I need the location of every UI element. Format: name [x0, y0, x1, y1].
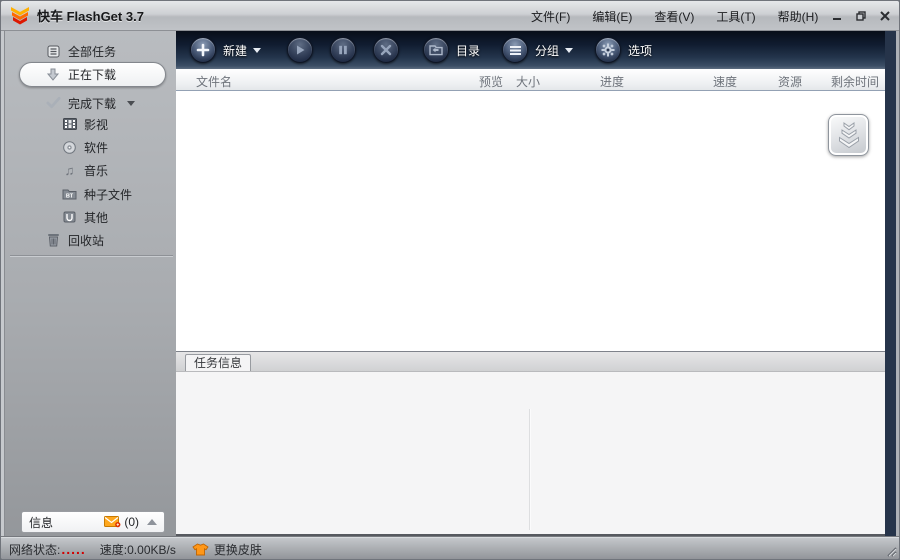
main-area: 新建 目录 分组 选项 文件名 预览 大小 进度 速度 资源 剩余时间 任务信息 [176, 31, 885, 536]
network-status: 网络状态: ..... [9, 541, 86, 558]
book-icon [62, 210, 77, 225]
status-bar: 网络状态: ..... 速度:0.00KB/s 更换皮肤 [1, 536, 899, 559]
tab-task-info[interactable]: 任务信息 [185, 354, 251, 372]
info-label: 信息 [29, 515, 54, 530]
sidebar-divider [10, 255, 173, 256]
sidebar-item-label: 影视 [84, 117, 109, 132]
resize-grip[interactable] [884, 544, 897, 557]
sidebar: 全部任务 正在下载 完成下载 影视 软件 ♫ 音乐 BT 种子文件 其他 回收站… [1, 31, 176, 536]
start-button[interactable] [287, 37, 314, 63]
pause-button[interactable] [330, 37, 357, 63]
trash-icon [46, 233, 61, 248]
film-icon [62, 117, 77, 132]
network-status-label: 网络状态: [9, 542, 61, 557]
info-panel-toggle[interactable]: 信息 (0) [21, 511, 165, 533]
play-icon [297, 45, 305, 55]
task-info-panel [176, 371, 885, 534]
sidebar-item-software[interactable]: 软件 [62, 137, 108, 157]
gear-icon [595, 37, 622, 63]
column-progress[interactable]: 进度 [600, 73, 624, 90]
network-signal-dots: ..... [61, 541, 86, 557]
sidebar-item-music[interactable]: ♫ 音乐 [62, 160, 108, 180]
maximize-button[interactable] [855, 10, 867, 22]
window-title: 快车 FlashGet 3.7 [37, 9, 144, 24]
download-drop-button[interactable] [828, 114, 869, 156]
column-filename[interactable]: 文件名 [196, 73, 232, 90]
chevron-down-icon [565, 47, 574, 53]
close-icon [880, 11, 890, 21]
bt-folder-icon: BT [62, 187, 77, 202]
column-time-left[interactable]: 剩余时间 [831, 73, 879, 90]
column-resources[interactable]: 资源 [778, 73, 802, 90]
music-note-icon: ♫ [64, 162, 75, 178]
pause-icon [339, 45, 347, 55]
menu-item-view[interactable]: 查看(V) [654, 8, 694, 25]
x-icon [380, 44, 392, 56]
menu-item-edit[interactable]: 编辑(E) [592, 8, 632, 25]
delete-task-button[interactable] [373, 37, 400, 63]
sidebar-item-label: 完成下载 [68, 96, 117, 111]
tshirt-icon [192, 542, 209, 555]
sidebar-item-label: 正在下载 [68, 68, 117, 82]
group-button[interactable]: 分组 [502, 37, 574, 63]
sidebar-item-recycle-bin[interactable]: 回收站 [46, 230, 104, 250]
mail-count: (0) [124, 515, 139, 529]
directory-button[interactable]: 目录 [423, 37, 480, 63]
panel-divider [529, 409, 530, 530]
svg-text:BT: BT [66, 193, 74, 199]
sidebar-item-downloading[interactable]: 正在下载 [19, 62, 166, 87]
minimize-button[interactable] [831, 10, 843, 22]
folder-icon [423, 37, 450, 63]
flashget-fox-icon [11, 6, 29, 24]
mail-icon [104, 516, 121, 528]
maximize-icon [856, 11, 866, 21]
sidebar-item-label: 音乐 [84, 163, 109, 178]
sidebar-item-movies[interactable]: 影视 [62, 114, 108, 134]
speed-status: 速度:0.00KB/s [99, 542, 176, 557]
collapse-up-icon [147, 519, 157, 525]
sidebar-item-label: 回收站 [68, 233, 105, 248]
menu-item-tools[interactable]: 工具(T) [716, 8, 755, 25]
sidebar-item-completed[interactable]: 完成下载 [46, 93, 136, 113]
menu-item-help[interactable]: 帮助(H) [778, 8, 819, 25]
sidebar-item-all-tasks[interactable]: 全部任务 [46, 41, 116, 61]
minimize-icon [833, 18, 841, 20]
window-right-frame [885, 31, 899, 536]
app-window: 快车 FlashGet 3.7 文件(F) 编辑(E) 查看(V) 工具(T) … [0, 0, 900, 560]
new-task-button[interactable]: 新建 [190, 37, 262, 63]
sidebar-item-label: 全部任务 [68, 44, 117, 59]
sidebar-item-torrents[interactable]: BT 种子文件 [62, 184, 132, 204]
menu-item-file[interactable]: 文件(F) [531, 8, 570, 25]
column-speed[interactable]: 速度 [713, 73, 737, 90]
sidebar-item-label: 软件 [84, 140, 109, 155]
list-column-header: 文件名 预览 大小 进度 速度 资源 剩余时间 [176, 69, 885, 91]
task-list-empty-area [176, 92, 885, 351]
change-skin-label: 更换皮肤 [213, 542, 262, 557]
close-button[interactable] [879, 10, 891, 22]
list-lines-icon [502, 37, 529, 63]
plus-icon [190, 37, 216, 63]
download-arrow-icon [45, 67, 60, 82]
chevron-down-icon[interactable] [127, 100, 136, 106]
window-controls [831, 1, 891, 31]
triple-down-chevron-icon [838, 122, 859, 149]
software-disc-icon [62, 140, 77, 155]
sidebar-item-other[interactable]: 其他 [62, 207, 108, 227]
change-skin-button[interactable]: 更换皮肤 [192, 541, 262, 558]
chevron-down-icon [253, 47, 262, 53]
sidebar-item-label: 其他 [84, 210, 109, 225]
task-list-icon [46, 44, 61, 59]
column-size[interactable]: 大小 [516, 73, 540, 90]
options-button[interactable]: 选项 [595, 37, 652, 63]
column-preview[interactable]: 预览 [479, 73, 503, 90]
title-bar: 快车 FlashGet 3.7 文件(F) 编辑(E) 查看(V) 工具(T) … [1, 1, 899, 31]
toolbar: 新建 目录 分组 选项 [176, 31, 885, 69]
bottom-tab-bar: 任务信息 [176, 351, 885, 372]
sidebar-item-label: 种子文件 [84, 187, 133, 202]
check-icon [46, 96, 61, 111]
menu-bar: 文件(F) 编辑(E) 查看(V) 工具(T) 帮助(H) [531, 1, 818, 31]
